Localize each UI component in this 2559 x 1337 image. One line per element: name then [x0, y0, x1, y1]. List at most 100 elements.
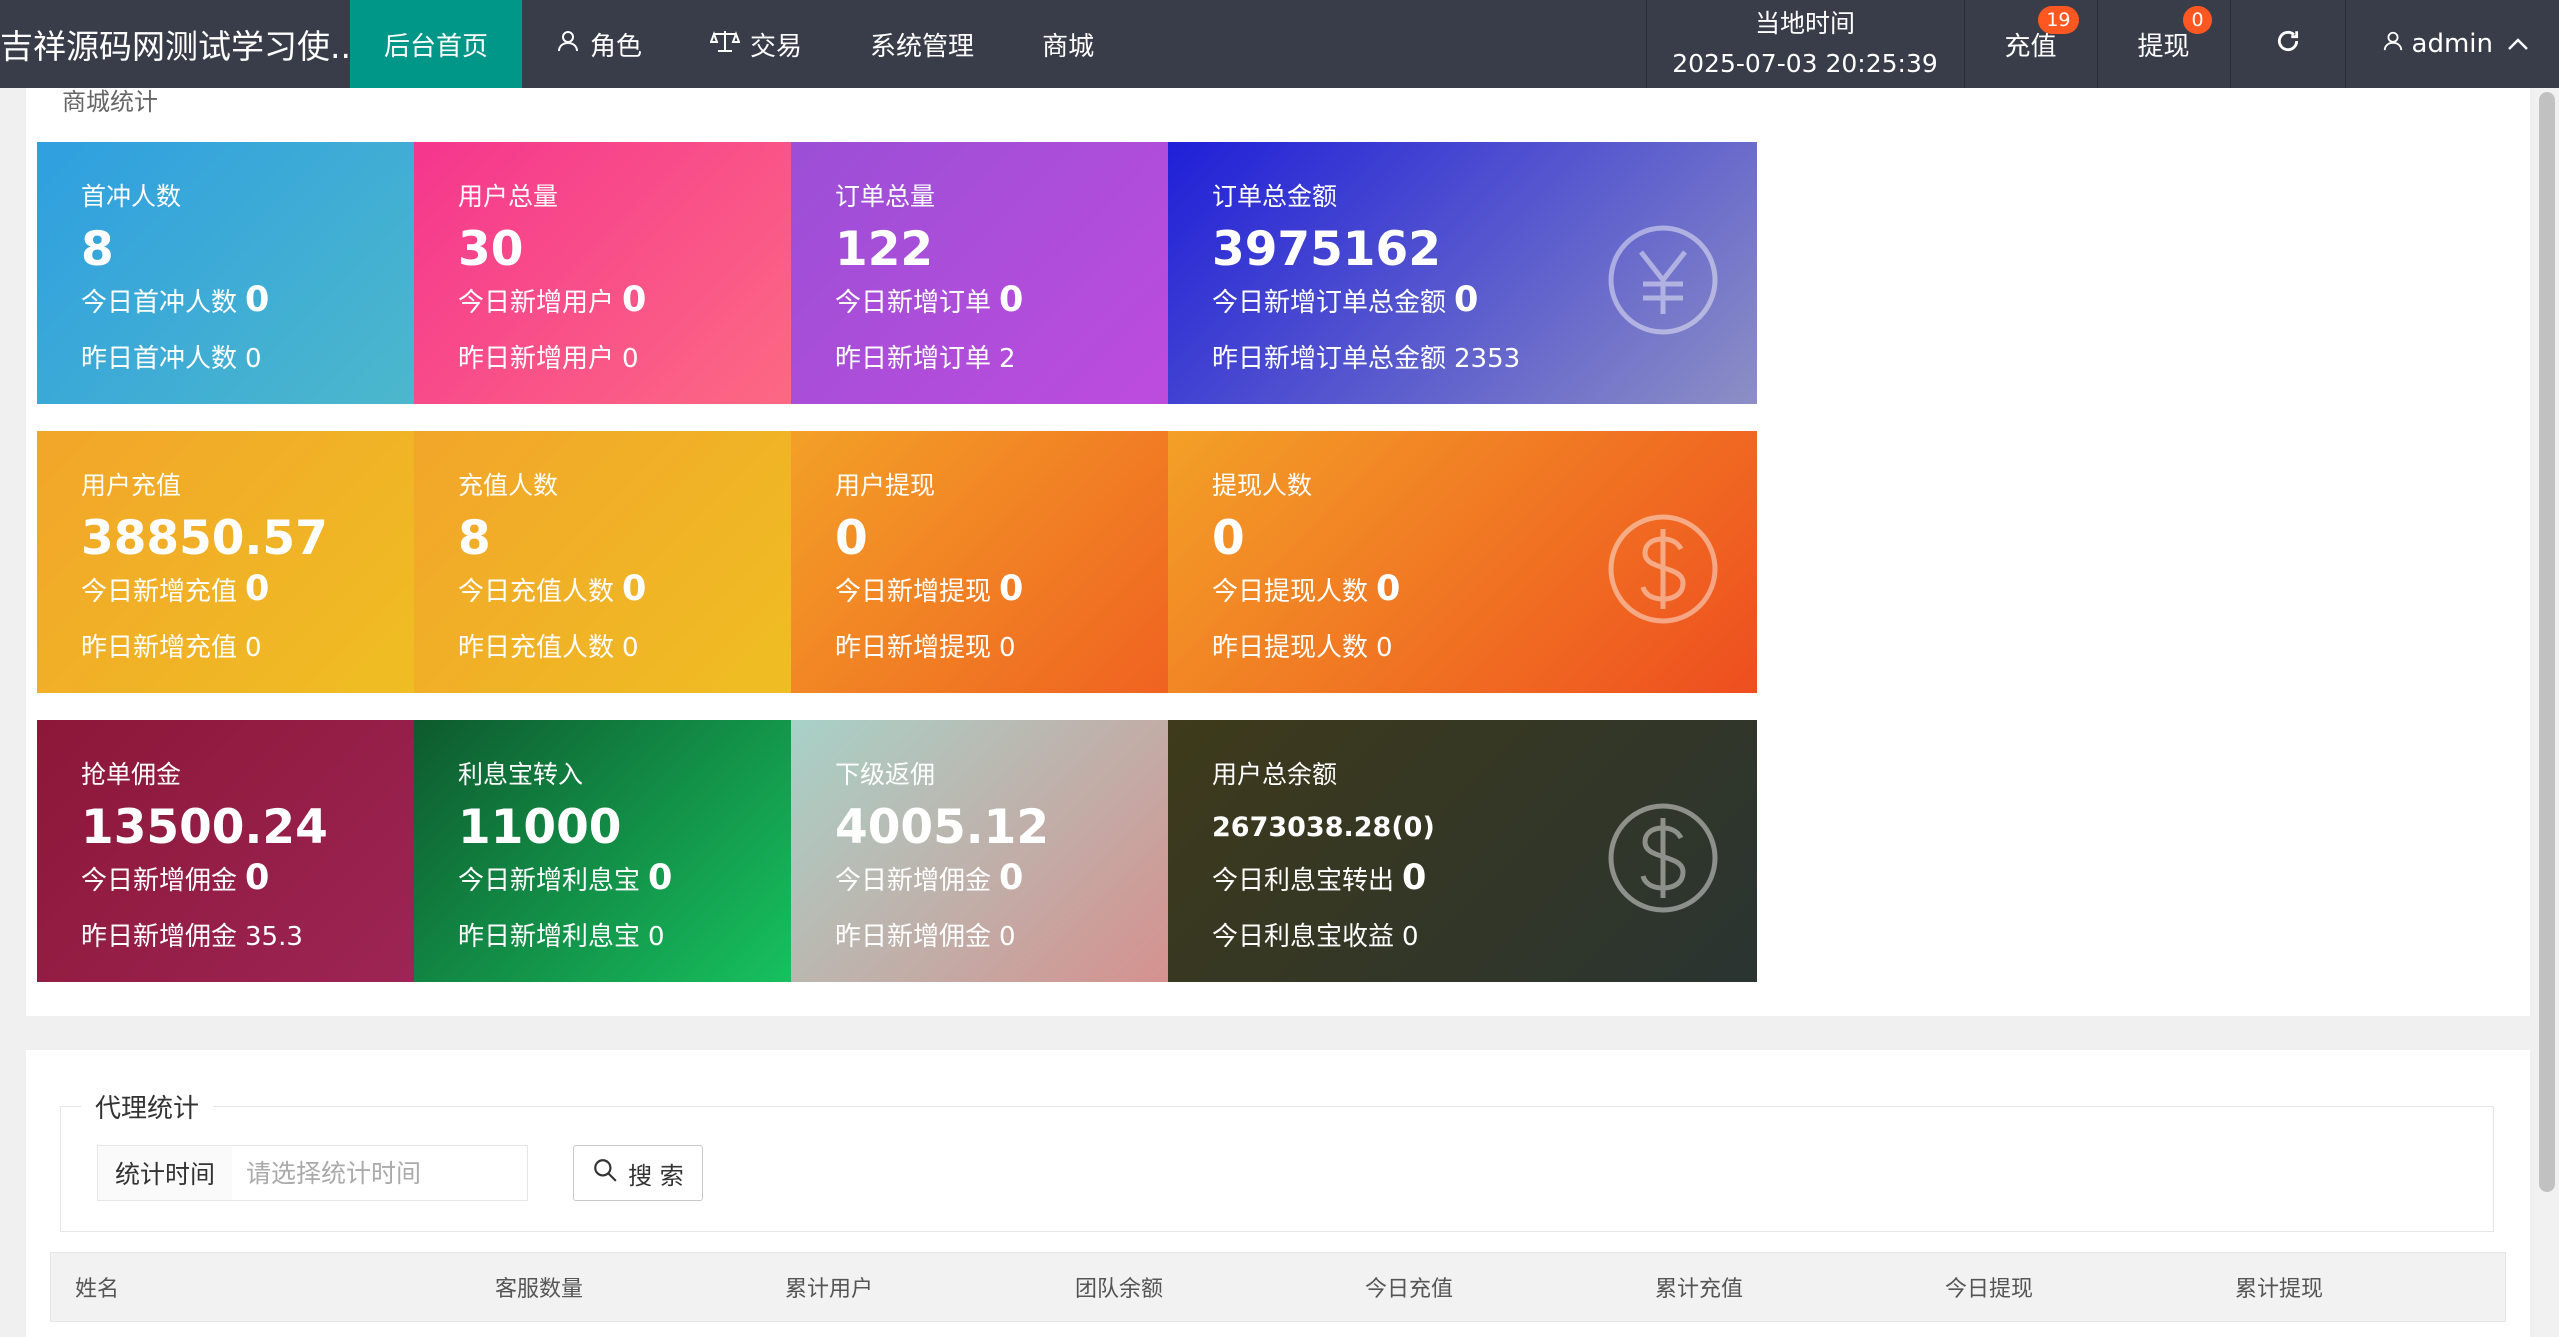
stat-card-today-label: 今日首冲人数	[81, 288, 238, 318]
search-label: 搜 索	[628, 1161, 684, 1190]
stat-card-title: 用户提现	[835, 471, 936, 500]
table-column-header: 今日充值	[1365, 1277, 1454, 1302]
local-time: 当地时间 2025-07-03 20:25:39	[1645, 0, 1964, 88]
nav-role-label: 角色	[590, 31, 643, 62]
nav-home[interactable]: 后台首页	[350, 0, 523, 88]
stat-card-yesterday-label: 昨日新增充值	[81, 633, 238, 663]
agent-stats-legend: 代理统计	[81, 1088, 214, 1125]
stat-card-today-label: 今日新增佣金	[835, 866, 992, 896]
stat-card-today: 今日新增佣金 0	[81, 858, 269, 898]
stat-card-title: 订单总金额	[1212, 182, 1338, 211]
nav-trade[interactable]: 交易	[676, 0, 836, 88]
stat-card-value: 13500.24	[81, 800, 328, 855]
stat-card-today-value: 0	[622, 280, 647, 320]
table-column-header: 累计提现	[2235, 1277, 2324, 1302]
table-column-header: 团队余额	[1075, 1277, 1164, 1302]
stat-card-today-label: 今日新增用户	[458, 288, 615, 318]
stat-card-yesterday: 昨日首冲人数 0	[81, 338, 262, 375]
stat-card-today-value: 0	[1376, 569, 1401, 609]
user-icon	[2382, 29, 2404, 59]
stat-card-today: 今日新增充值 0	[81, 569, 269, 609]
stat-card-today: 今日提现人数 0	[1212, 569, 1400, 609]
stat-card-today-label: 今日利息宝转出	[1212, 866, 1395, 896]
withdraw-button[interactable]: 提现 0	[2096, 0, 2230, 88]
stat-card-title: 下级返佣	[835, 760, 936, 789]
stat-card-today: 今日新增订单 0	[835, 280, 1023, 320]
stat-card-yesterday: 昨日新增佣金 35.3	[81, 916, 303, 953]
stat-card-yesterday-label: 昨日新增提现	[835, 633, 992, 663]
stat-card-yesterday: 昨日新增利息宝 0	[458, 916, 665, 953]
user-menu[interactable]: admin	[2344, 0, 2559, 88]
stat-time-input[interactable]	[232, 1145, 528, 1201]
stat-card-today: 今日新增用户 0	[458, 280, 646, 320]
stat-card-value: 3975162	[1212, 222, 1441, 277]
stat-card-yesterday: 昨日提现人数 0	[1212, 627, 1393, 664]
scale-icon	[709, 29, 741, 60]
stat-card-today-label: 今日新增佣金	[81, 866, 238, 896]
stat-card-today-value: 0	[245, 858, 270, 898]
stat-card-today-value: 0	[245, 280, 270, 320]
user-icon	[556, 29, 580, 60]
page-scrollbar[interactable]	[2535, 88, 2559, 1337]
stat-card-yesterday-label: 昨日充值人数	[458, 633, 615, 663]
stat-card-value: 122	[835, 222, 934, 277]
search-button[interactable]: 搜 索	[573, 1145, 703, 1201]
stat-card-yesterday: 昨日新增提现 0	[835, 627, 1016, 664]
top-navbar: 吉祥源码网测试学习使... 后台首页 角色 交易 系统管理 商城 当地时间 20…	[0, 0, 2559, 88]
local-time-label: 当地时间	[1754, 9, 1855, 38]
stat-card-today-label: 今日提现人数	[1212, 577, 1369, 607]
stat-card-title: 首冲人数	[81, 182, 182, 211]
refresh-icon	[2275, 27, 2301, 62]
nav-system-label: 系统管理	[870, 31, 975, 62]
yen-icon	[1605, 222, 1721, 338]
stat-card-yesterday-value: 0	[622, 344, 639, 374]
stat-card-value: 2673038.28(0)	[1212, 812, 1435, 843]
chevron-up-icon	[2507, 32, 2529, 57]
stat-card-value: 4005.12	[835, 800, 1050, 855]
stat-card-today-value: 0	[1402, 858, 1427, 898]
stat-card-title: 充值人数	[458, 471, 559, 500]
stat-card-yesterday-value: 0	[622, 633, 639, 663]
scrollbar-thumb[interactable]	[2539, 92, 2555, 1192]
stat-card-yesterday-label: 昨日提现人数	[1212, 633, 1369, 663]
nav-mall-label: 商城	[1042, 31, 1095, 62]
agent-stats-panel: 代理统计 统计时间 搜 索 姓名 客服数量 累计用户 团队余额 今日充值 累计充值 今日提现…	[26, 1050, 2530, 1337]
stat-card-value: 8	[81, 222, 114, 277]
stat-card-today-value: 0	[245, 569, 270, 609]
stat-card-title: 用户总余额	[1212, 760, 1338, 789]
local-time-value: 2025-07-03 20:25:39	[1672, 49, 1938, 78]
stat-card-yesterday: 昨日新增用户 0	[458, 338, 639, 375]
stat-card-title: 利息宝转入	[458, 760, 584, 789]
nav-system[interactable]: 系统管理	[836, 0, 1008, 88]
stat-card-today-label: 今日新增利息宝	[458, 866, 641, 896]
refresh-button[interactable]	[2229, 0, 2345, 88]
agent-filter-fieldset: 代理统计 统计时间 搜 索	[60, 1088, 2494, 1232]
stat-card-today: 今日首冲人数 0	[81, 280, 269, 320]
brand-title[interactable]: 吉祥源码网测试学习使...	[0, 0, 350, 88]
stat-card-today-value: 0	[999, 858, 1024, 898]
user-name: admin	[2411, 29, 2493, 59]
stat-card-yesterday: 昨日新增订单 2	[835, 338, 1016, 375]
search-icon	[592, 1157, 618, 1190]
nav-mall[interactable]: 商城	[1008, 0, 1128, 88]
nav-role[interactable]: 角色	[522, 0, 676, 88]
stat-card-yesterday-label: 昨日首冲人数	[81, 344, 238, 374]
stat-card-today: 今日新增利息宝 0	[458, 858, 672, 898]
stat-card-yesterday: 昨日新增佣金 0	[835, 916, 1016, 953]
recharge-button[interactable]: 充值 19	[1963, 0, 2097, 88]
stat-card-yesterday-label: 今日利息宝收益	[1212, 922, 1395, 952]
stat-card-today-label: 今日新增订单	[835, 288, 992, 318]
mall-stats-panel: 商城统计 首冲人数 8 今日首冲人数 0 昨日首冲人数 0 用户总量 30 今日新增用户 0 昨日新…	[26, 88, 2530, 1016]
table-column-header: 累计充值	[1655, 1277, 1744, 1302]
stat-card-yesterday-value: 0	[1402, 922, 1419, 952]
stat-card-yesterday: 昨日充值人数 0	[458, 627, 639, 664]
stat-card-yesterday-value: 0	[1376, 633, 1393, 663]
table-column-header: 客服数量	[495, 1277, 584, 1302]
stat-card: 提现人数 0 今日提现人数 0 昨日提现人数 0	[1168, 431, 1757, 693]
stat-card-yesterday-value: 0	[245, 344, 262, 374]
stat-card-yesterday-value: 0	[648, 922, 665, 952]
mall-stats-legend: 商城统计	[62, 88, 158, 116]
stat-card-today: 今日新增提现 0	[835, 569, 1023, 609]
stat-card-yesterday-label: 昨日新增佣金	[835, 922, 992, 952]
stat-card-title: 订单总量	[835, 182, 936, 211]
